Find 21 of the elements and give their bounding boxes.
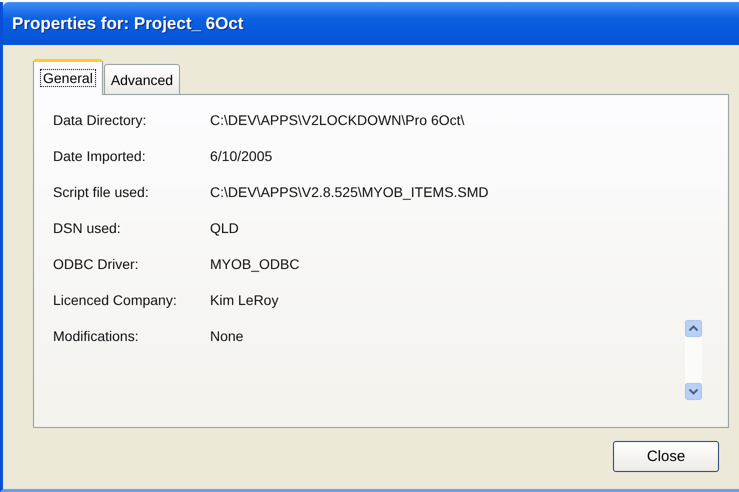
property-label: Data Directory: bbox=[53, 112, 148, 128]
property-label: Modifications: bbox=[53, 328, 140, 344]
property-label: Licenced Company: bbox=[53, 292, 178, 308]
modifications-text-area[interactable]: None bbox=[210, 328, 685, 406]
property-value: C:\DEV\APPS\V2LOCKDOWN\Pro 6Oct\ bbox=[210, 112, 464, 128]
property-value: MYOB_ODBC bbox=[210, 256, 300, 272]
property-label: Script file used: bbox=[53, 184, 150, 200]
property-label: ODBC Driver: bbox=[53, 256, 140, 272]
scroll-bar[interactable] bbox=[685, 320, 702, 400]
tab[interactable]: Advanced bbox=[104, 64, 180, 94]
property-value: Kim LeRoy bbox=[210, 292, 278, 308]
window-title: Properties for: Project_ 6Oct bbox=[12, 14, 244, 34]
property-value: 6/10/2005 bbox=[210, 148, 272, 164]
scroll-down-button[interactable] bbox=[685, 383, 702, 400]
property-label: DSN used: bbox=[53, 220, 122, 236]
close-button[interactable]: Close bbox=[613, 441, 719, 472]
property-label: Date Imported: bbox=[53, 148, 147, 164]
property-value: QLD bbox=[210, 220, 239, 236]
property-value: C:\DEV\APPS\V2.8.525\MYOB_ITEMS.SMD bbox=[210, 184, 489, 200]
tab[interactable]: General bbox=[33, 59, 103, 95]
scroll-up-button[interactable] bbox=[685, 320, 702, 337]
